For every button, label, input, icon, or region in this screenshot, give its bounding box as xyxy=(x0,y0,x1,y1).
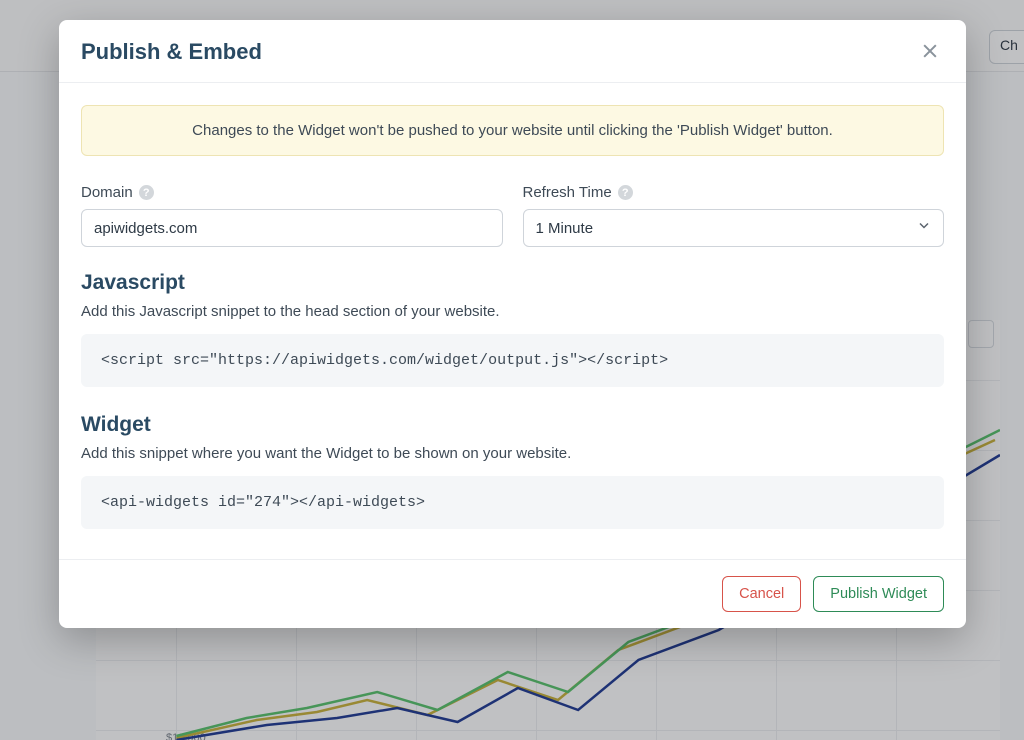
modal-body: Changes to the Widget won't be pushed to… xyxy=(59,83,966,559)
modal-footer: Cancel Publish Widget xyxy=(59,559,966,628)
refresh-select[interactable]: 1 Minute xyxy=(523,209,945,247)
close-button[interactable] xyxy=(916,38,944,66)
close-icon xyxy=(920,41,940,64)
refresh-label-text: Refresh Time xyxy=(523,184,612,201)
cancel-button[interactable]: Cancel xyxy=(722,576,801,612)
domain-label-text: Domain xyxy=(81,184,133,201)
javascript-code-snippet[interactable]: <script src="https://apiwidgets.com/widg… xyxy=(81,334,944,387)
domain-input[interactable] xyxy=(81,209,503,247)
publish-widget-button[interactable]: Publish Widget xyxy=(813,576,944,612)
publish-embed-modal: Publish & Embed Changes to the Widget wo… xyxy=(59,20,966,628)
widget-section-desc: Add this snippet where you want the Widg… xyxy=(81,445,944,462)
domain-field: Domain ? xyxy=(81,184,503,247)
javascript-section-desc: Add this Javascript snippet to the head … xyxy=(81,303,944,320)
form-row: Domain ? Refresh Time ? 1 Minute xyxy=(81,184,944,247)
javascript-section-title: Javascript xyxy=(81,271,944,295)
help-icon[interactable]: ? xyxy=(618,185,633,200)
refresh-field: Refresh Time ? 1 Minute xyxy=(523,184,945,247)
info-alert: Changes to the Widget won't be pushed to… xyxy=(81,105,944,156)
modal-header: Publish & Embed xyxy=(59,20,966,83)
widget-code-snippet[interactable]: <api-widgets id="274"></api-widgets> xyxy=(81,476,944,529)
domain-label: Domain ? xyxy=(81,184,503,201)
refresh-label: Refresh Time ? xyxy=(523,184,945,201)
modal-title: Publish & Embed xyxy=(81,39,262,65)
help-icon[interactable]: ? xyxy=(139,185,154,200)
widget-section-title: Widget xyxy=(81,413,944,437)
